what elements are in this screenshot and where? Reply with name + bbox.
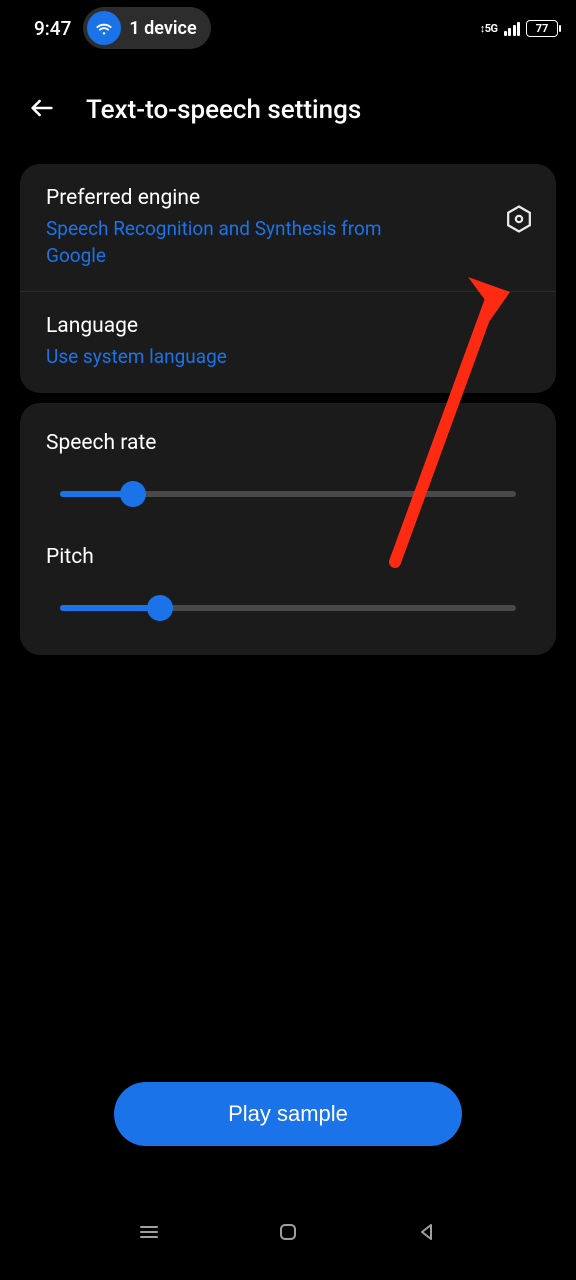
clock: 9:47 bbox=[34, 17, 71, 40]
language-title: Language bbox=[46, 314, 530, 338]
status-bar: 9:47 1 device ↕5G 77 bbox=[0, 0, 576, 56]
signal-icon bbox=[504, 20, 521, 36]
pitch-thumb[interactable] bbox=[147, 595, 173, 621]
preferred-engine-title: Preferred engine bbox=[46, 186, 530, 210]
wifi-icon bbox=[87, 11, 121, 45]
preferred-engine-row[interactable]: Preferred engine Speech Recognition and … bbox=[20, 164, 556, 291]
speech-rate-thumb[interactable] bbox=[120, 481, 146, 507]
rate-pitch-card: Speech rate Pitch bbox=[20, 403, 556, 655]
pitch-row: Pitch bbox=[20, 531, 556, 645]
engine-settings-gear-icon[interactable] bbox=[504, 204, 534, 238]
back-nav-icon[interactable] bbox=[415, 1220, 439, 1248]
battery-icon: 77 bbox=[526, 20, 558, 37]
status-left: 9:47 1 device bbox=[34, 7, 211, 49]
device-count: 1 device bbox=[129, 18, 196, 39]
preferred-engine-value: Speech Recognition and Synthesis from Go… bbox=[46, 216, 446, 269]
language-value: Use system language bbox=[46, 344, 446, 371]
back-icon[interactable] bbox=[28, 94, 56, 126]
speech-rate-row: Speech rate bbox=[20, 409, 556, 531]
home-icon[interactable] bbox=[276, 1220, 300, 1248]
device-pill[interactable]: 1 device bbox=[83, 7, 210, 49]
speech-rate-title: Speech rate bbox=[46, 431, 530, 455]
battery-percent: 77 bbox=[536, 22, 549, 35]
speech-rate-slider[interactable] bbox=[60, 491, 516, 497]
engine-language-card: Preferred engine Speech Recognition and … bbox=[20, 164, 556, 393]
language-row[interactable]: Language Use system language bbox=[20, 291, 556, 393]
header: Text-to-speech settings bbox=[0, 56, 576, 154]
status-right: ↕5G 77 bbox=[480, 20, 558, 37]
play-sample-label: Play sample bbox=[228, 1101, 348, 1127]
page-title: Text-to-speech settings bbox=[86, 95, 361, 125]
play-sample-button[interactable]: Play sample bbox=[114, 1082, 462, 1146]
pitch-slider[interactable] bbox=[60, 605, 516, 611]
network-type: ↕5G bbox=[480, 22, 498, 35]
pitch-title: Pitch bbox=[46, 545, 530, 569]
recent-apps-icon[interactable] bbox=[137, 1220, 161, 1248]
system-nav-bar bbox=[0, 1204, 576, 1264]
